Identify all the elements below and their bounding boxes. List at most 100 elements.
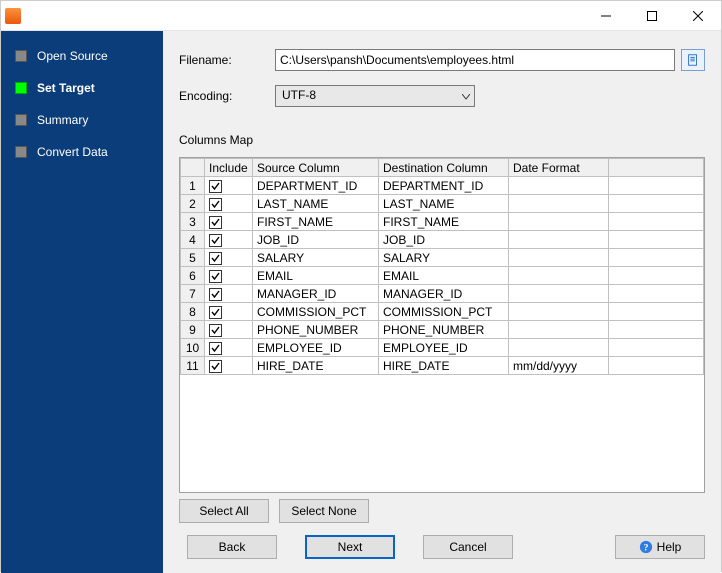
date-format-cell[interactable] <box>509 321 609 339</box>
checkbox-icon[interactable] <box>209 288 222 301</box>
col-header-include[interactable]: Include <box>205 159 253 177</box>
col-header-date-format[interactable]: Date Format <box>509 159 609 177</box>
date-format-cell[interactable] <box>509 339 609 357</box>
source-cell[interactable]: MANAGER_ID <box>253 285 379 303</box>
blank-cell <box>609 249 704 267</box>
date-format-cell[interactable] <box>509 285 609 303</box>
date-format-cell[interactable] <box>509 267 609 285</box>
table-row[interactable]: 5SALARYSALARY <box>181 249 704 267</box>
destination-cell[interactable]: EMAIL <box>379 267 509 285</box>
checkbox-icon[interactable] <box>209 216 222 229</box>
destination-cell[interactable]: JOB_ID <box>379 231 509 249</box>
date-format-cell[interactable] <box>509 249 609 267</box>
next-button[interactable]: Next <box>305 535 395 559</box>
include-cell[interactable] <box>205 357 253 375</box>
checkbox-icon[interactable] <box>209 180 222 193</box>
destination-cell[interactable]: HIRE_DATE <box>379 357 509 375</box>
source-cell[interactable]: JOB_ID <box>253 231 379 249</box>
destination-cell[interactable]: PHONE_NUMBER <box>379 321 509 339</box>
browse-button[interactable] <box>681 49 705 71</box>
blank-cell <box>609 285 704 303</box>
date-format-cell[interactable] <box>509 303 609 321</box>
checkbox-icon[interactable] <box>209 324 222 337</box>
table-row[interactable]: 8COMMISSION_PCTCOMMISSION_PCT <box>181 303 704 321</box>
destination-cell[interactable]: DEPARTMENT_ID <box>379 177 509 195</box>
minimize-button[interactable] <box>583 1 629 31</box>
source-cell[interactable]: COMMISSION_PCT <box>253 303 379 321</box>
destination-cell[interactable]: MANAGER_ID <box>379 285 509 303</box>
sidebar-item-label: Set Target <box>37 81 95 95</box>
destination-cell[interactable]: FIRST_NAME <box>379 213 509 231</box>
date-format-cell[interactable] <box>509 213 609 231</box>
sidebar-item-convert-data[interactable]: Convert Data <box>1 141 163 163</box>
help-icon: ? <box>639 540 653 554</box>
sidebar-item-open-source[interactable]: Open Source <box>1 45 163 67</box>
table-row[interactable]: 2LAST_NAMELAST_NAME <box>181 195 704 213</box>
source-cell[interactable]: EMAIL <box>253 267 379 285</box>
date-format-cell[interactable] <box>509 195 609 213</box>
checkbox-icon[interactable] <box>209 342 222 355</box>
col-header-destination[interactable]: Destination Column <box>379 159 509 177</box>
checkbox-icon[interactable] <box>209 360 222 373</box>
col-header-source[interactable]: Source Column <box>253 159 379 177</box>
table-row[interactable]: 4JOB_IDJOB_ID <box>181 231 704 249</box>
destination-cell[interactable]: LAST_NAME <box>379 195 509 213</box>
destination-cell[interactable]: SALARY <box>379 249 509 267</box>
include-cell[interactable] <box>205 177 253 195</box>
help-button[interactable]: ? Help <box>615 535 705 559</box>
table-row[interactable]: 7MANAGER_IDMANAGER_ID <box>181 285 704 303</box>
source-cell[interactable]: LAST_NAME <box>253 195 379 213</box>
table-row[interactable]: 10 EMPLOYEE_IDEMPLOYEE_ID <box>181 339 704 357</box>
row-number: 10 <box>181 339 205 357</box>
include-cell[interactable] <box>205 303 253 321</box>
include-cell[interactable] <box>205 213 253 231</box>
cancel-button[interactable]: Cancel <box>423 535 513 559</box>
table-row[interactable]: 6EMAILEMAIL <box>181 267 704 285</box>
include-cell[interactable] <box>205 195 253 213</box>
source-cell[interactable]: PHONE_NUMBER <box>253 321 379 339</box>
source-cell[interactable]: DEPARTMENT_ID <box>253 177 379 195</box>
checkbox-icon[interactable] <box>209 234 222 247</box>
table-row[interactable]: 3FIRST_NAMEFIRST_NAME <box>181 213 704 231</box>
include-cell[interactable] <box>205 267 253 285</box>
checkbox-icon[interactable] <box>209 306 222 319</box>
col-header-blank <box>609 159 704 177</box>
sidebar-item-summary[interactable]: Summary <box>1 109 163 131</box>
close-button[interactable] <box>675 1 721 31</box>
include-cell[interactable] <box>205 339 253 357</box>
table-row[interactable]: 11HIRE_DATEHIRE_DATEmm/dd/yyyy <box>181 357 704 375</box>
date-format-cell[interactable] <box>509 231 609 249</box>
checkbox-icon[interactable] <box>209 198 222 211</box>
destination-cell[interactable]: EMPLOYEE_ID <box>379 339 509 357</box>
include-cell[interactable] <box>205 231 253 249</box>
table-row[interactable]: 1DEPARTMENT_IDDEPARTMENT_ID <box>181 177 704 195</box>
maximize-button[interactable] <box>629 1 675 31</box>
date-format-cell[interactable] <box>509 177 609 195</box>
step-indicator-icon <box>15 82 27 94</box>
filename-input[interactable] <box>275 49 675 71</box>
titlebar <box>1 1 721 31</box>
back-button[interactable]: Back <box>187 535 277 559</box>
select-all-button[interactable]: Select All <box>179 499 269 523</box>
sidebar-item-label: Summary <box>37 113 88 127</box>
encoding-select[interactable]: UTF-8 <box>275 85 475 107</box>
source-cell[interactable]: HIRE_DATE <box>253 357 379 375</box>
checkbox-icon[interactable] <box>209 252 222 265</box>
checkbox-icon[interactable] <box>209 270 222 283</box>
step-indicator-icon <box>15 146 27 158</box>
include-cell[interactable] <box>205 285 253 303</box>
sidebar-item-set-target[interactable]: Set Target <box>1 77 163 99</box>
encoding-label: Encoding: <box>179 89 275 103</box>
svg-text:?: ? <box>643 543 648 554</box>
columns-grid[interactable]: Include Source Column Destination Column… <box>179 157 705 493</box>
document-icon <box>686 53 700 67</box>
table-row[interactable]: 9PHONE_NUMBERPHONE_NUMBER <box>181 321 704 339</box>
source-cell[interactable]: FIRST_NAME <box>253 213 379 231</box>
date-format-cell[interactable]: mm/dd/yyyy <box>509 357 609 375</box>
destination-cell[interactable]: COMMISSION_PCT <box>379 303 509 321</box>
source-cell[interactable]: EMPLOYEE_ID <box>253 339 379 357</box>
select-none-button[interactable]: Select None <box>279 499 369 523</box>
include-cell[interactable] <box>205 321 253 339</box>
include-cell[interactable] <box>205 249 253 267</box>
source-cell[interactable]: SALARY <box>253 249 379 267</box>
